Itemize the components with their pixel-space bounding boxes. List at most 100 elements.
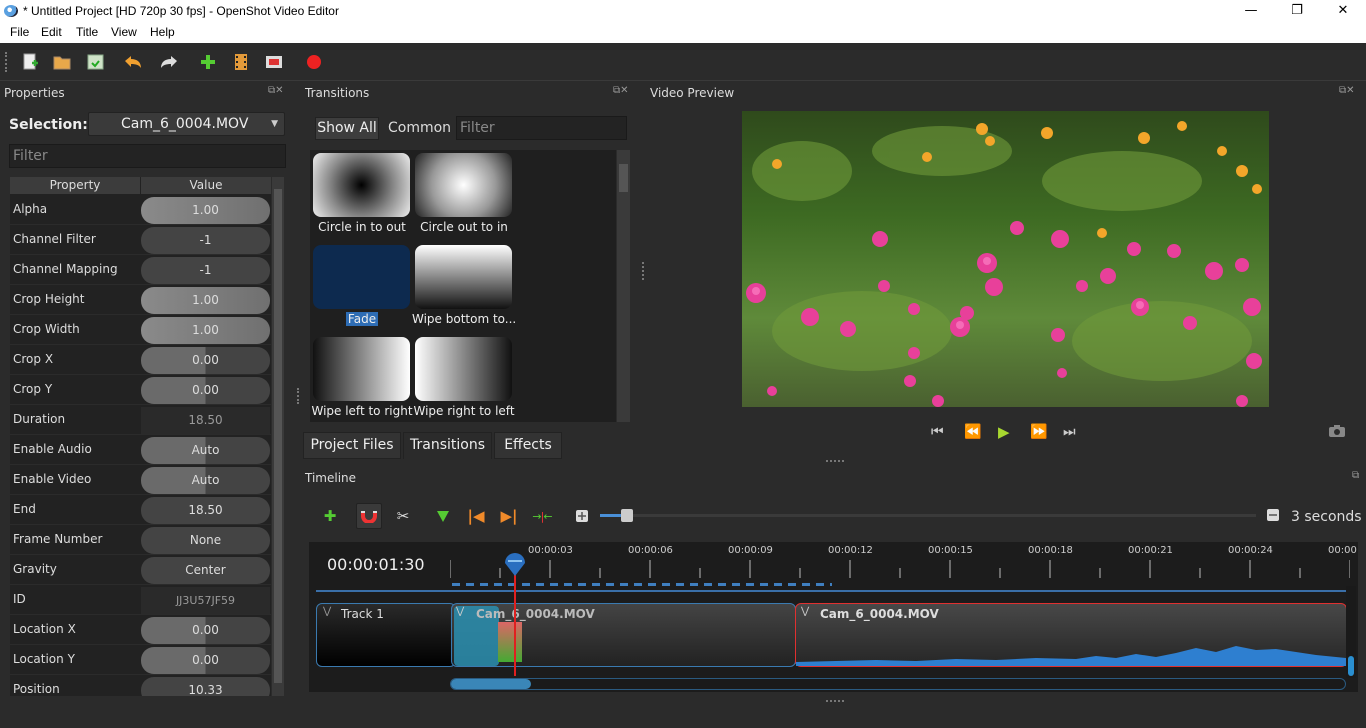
table-row[interactable]: Gravity Center (10, 555, 271, 585)
table-row[interactable]: Alpha 1.00 (10, 195, 271, 225)
save-project-icon[interactable] (84, 52, 106, 72)
table-row[interactable]: Crop X 0.00 (10, 345, 271, 375)
selection-dropdown[interactable]: Cam_6_0004.MOV ▼ (88, 112, 285, 136)
property-value[interactable]: 1.00 (141, 317, 270, 344)
table-row[interactable]: Location X 0.00 (10, 615, 271, 645)
timeline-vertical-scrollbar[interactable] (1346, 586, 1356, 678)
tab-transitions[interactable]: Transitions (403, 432, 492, 459)
transition-item-fade[interactable]: Fade (310, 242, 410, 330)
menu-title[interactable]: Title (76, 25, 98, 39)
table-row[interactable]: Crop Y 0.00 (10, 375, 271, 405)
add-marker-icon[interactable] (430, 503, 456, 529)
jump-to-end-icon[interactable]: ⏭ (1063, 424, 1076, 440)
table-row[interactable]: Channel Mapping -1 (10, 255, 271, 285)
timeline-horizontal-scrollbar[interactable] (450, 678, 1346, 690)
transition-item-wipe-left-to-right[interactable]: Wipe left to right (310, 334, 413, 422)
menu-help[interactable]: Help (150, 25, 175, 39)
menu-edit[interactable]: Edit (41, 25, 62, 39)
undo-icon[interactable] (122, 52, 144, 72)
transitions-scrollbar[interactable] (617, 150, 630, 422)
table-row[interactable]: Crop Height 1.00 (10, 285, 271, 315)
razor-icon[interactable]: ✂ (390, 503, 416, 529)
table-row[interactable]: Location Y 0.00 (10, 645, 271, 675)
timeline-clip-selected[interactable]: ⋁ Cam_6_0004.MOV (795, 603, 1347, 667)
scrollbar-thumb[interactable] (274, 189, 282, 683)
property-value[interactable]: 1.00 (141, 197, 270, 224)
playhead-handle[interactable] (503, 553, 527, 576)
scrollbar-thumb[interactable] (451, 679, 531, 689)
property-value[interactable]: 0.00 (141, 347, 270, 374)
property-value[interactable]: Auto (141, 467, 270, 494)
property-value[interactable]: 0.00 (141, 647, 270, 674)
timeline-float-icon[interactable]: ⧉ (1352, 470, 1359, 481)
camera-icon[interactable] (1328, 424, 1346, 442)
splitter-handle[interactable] (297, 388, 299, 404)
menu-view[interactable]: View (111, 25, 137, 39)
scrollbar-thumb[interactable] (619, 164, 628, 192)
table-row[interactable]: Enable Video Auto (10, 465, 271, 495)
open-project-icon[interactable] (51, 52, 73, 72)
property-value[interactable]: 0.00 (141, 617, 270, 644)
export-video-icon[interactable] (303, 52, 325, 72)
table-row[interactable]: Channel Filter -1 (10, 225, 271, 255)
new-project-icon[interactable] (19, 52, 41, 72)
previous-marker-icon[interactable]: |◀ (463, 503, 489, 529)
column-header-property[interactable]: Property (10, 177, 140, 194)
zoom-slider-track[interactable] (600, 509, 1256, 522)
property-value[interactable]: Auto (141, 437, 270, 464)
show-all-button[interactable]: Show All (315, 117, 379, 140)
import-files-icon[interactable] (197, 52, 219, 72)
property-value[interactable]: 18.50 (141, 497, 270, 524)
table-row[interactable]: ID JJ3U57JF59 (10, 585, 271, 615)
snap-magnet-icon[interactable] (356, 503, 382, 529)
transition-item-circle-in-to-out[interactable]: Circle in to out (310, 150, 410, 238)
property-value[interactable]: -1 (141, 257, 270, 284)
transition-item-wipe-bottom-to-top[interactable]: Wipe bottom to... (412, 242, 516, 330)
center-playhead-icon[interactable]: → | ← (529, 503, 555, 529)
toolbar-grip[interactable] (5, 52, 9, 72)
column-header-value[interactable]: Value (141, 177, 271, 194)
play-icon[interactable]: ▶ (998, 423, 1010, 441)
close-window-button[interactable]: ✕ (1320, 0, 1366, 23)
tab-effects[interactable]: Effects (494, 432, 562, 459)
clip-menu-chevron-icon[interactable]: ⋁ (801, 606, 809, 617)
transitions-filter-input[interactable]: Filter (456, 116, 627, 140)
clip-menu-chevron-icon[interactable]: ⋁ (456, 606, 464, 617)
minimize-button[interactable]: — (1228, 0, 1274, 23)
jump-to-start-icon[interactable]: ⏮ (931, 424, 944, 440)
property-value[interactable]: -1 (141, 227, 270, 254)
splitter-handle[interactable] (826, 460, 844, 462)
redo-icon[interactable] (158, 52, 180, 72)
transition-item-circle-out-to-in[interactable]: Circle out to in (412, 150, 512, 238)
zoom-slider-handle[interactable] (621, 509, 633, 522)
table-row[interactable]: Duration 18.50 (10, 405, 271, 435)
track-menu-chevron-icon[interactable]: ⋁ (323, 606, 331, 617)
table-row[interactable]: Frame Number None (10, 525, 271, 555)
fullscreen-icon[interactable] (263, 52, 285, 72)
tab-project-files[interactable]: Project Files (303, 432, 401, 459)
rewind-icon[interactable]: ⏪ (964, 424, 981, 440)
preview-float-close-icon[interactable]: ⧉✕ (1339, 85, 1355, 96)
properties-filter-input[interactable]: Filter (9, 144, 286, 168)
fast-forward-icon[interactable]: ⏩ (1030, 424, 1047, 440)
transition-item-wipe-right-to-left[interactable]: Wipe right to left (412, 334, 515, 422)
property-value[interactable]: 0.00 (141, 377, 270, 404)
table-row[interactable]: End 18.50 (10, 495, 271, 525)
timeline-ruler[interactable] (449, 560, 1351, 580)
splitter-handle[interactable] (642, 262, 644, 280)
maximize-button[interactable]: ❐ (1274, 0, 1320, 23)
playhead-line[interactable] (514, 566, 516, 676)
profile-icon[interactable] (230, 52, 252, 72)
scrollbar-thumb[interactable] (1348, 656, 1354, 676)
splitter-handle[interactable] (826, 700, 844, 702)
zoom-in-icon[interactable] (569, 503, 595, 529)
zoom-out-icon[interactable] (1266, 508, 1280, 525)
table-row[interactable]: Enable Audio Auto (10, 435, 271, 465)
property-value[interactable]: Center (141, 557, 270, 584)
property-value[interactable]: 1.00 (141, 287, 270, 314)
properties-scrollbar[interactable] (272, 177, 284, 696)
track-header[interactable]: ⋁ Track 1 (316, 603, 456, 667)
next-marker-icon[interactable]: ▶| (496, 503, 522, 529)
menu-file[interactable]: File (10, 25, 29, 39)
property-value[interactable]: None (141, 527, 270, 554)
